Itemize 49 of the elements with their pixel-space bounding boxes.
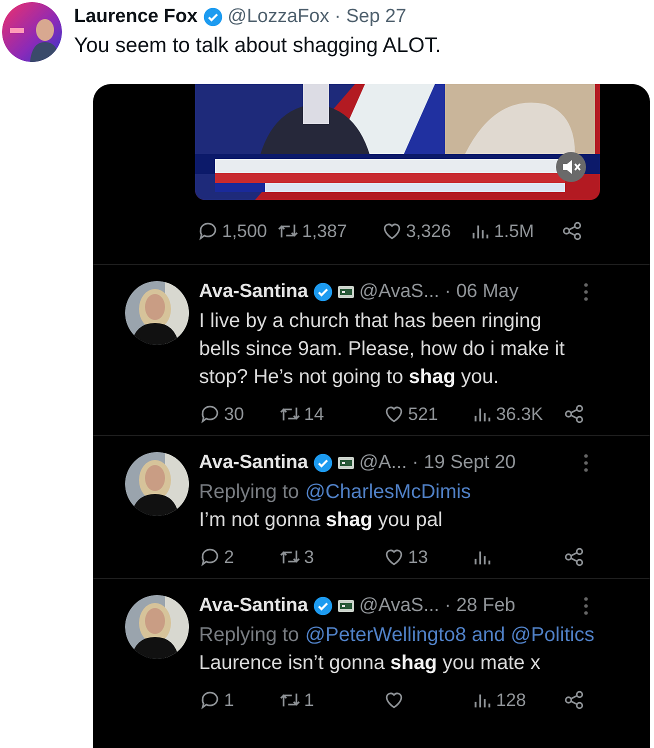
author-name: Ava-Santina [199, 281, 308, 303]
like-button[interactable]: 13 [383, 546, 428, 568]
retweet-button[interactable]: 3 [279, 546, 314, 568]
like-button[interactable]: 3,326 [381, 220, 452, 242]
flag-icon [338, 286, 354, 298]
more-icon[interactable] [583, 453, 589, 473]
replying-to-label: Replying to [199, 480, 300, 505]
replying-to-label: Replying to [199, 623, 300, 648]
share-icon [563, 403, 585, 425]
flag-icon [338, 457, 354, 469]
reply-button[interactable]: 1,500 [197, 220, 268, 242]
handle-and-date: @LozzaFox · Sep 27 [228, 6, 406, 28]
reply-button[interactable]: 1 [199, 689, 234, 711]
author-name: Laurence Fox [74, 6, 198, 28]
reply-text: Laurence isn’t gonna shag you mate x [199, 651, 542, 676]
share-icon [561, 220, 583, 242]
views-button[interactable]: 1.5M [469, 220, 534, 242]
handle-and-date: @AvaS... · 06 May [359, 281, 518, 303]
mention-link[interactable]: @CharlesMcDimis [305, 478, 471, 506]
reply-button[interactable]: 2 [199, 546, 234, 568]
handle-and-date: @A... · 19 Sept 20 [359, 452, 516, 474]
reply-icon [199, 403, 221, 425]
muted-speaker-icon[interactable] [556, 152, 586, 182]
retweet-button[interactable]: 1,387 [277, 220, 348, 242]
reply-text: I’m not gonna shag you pal [199, 508, 444, 533]
share-button[interactable] [563, 689, 585, 711]
share-button[interactable] [563, 403, 585, 425]
reply-button[interactable]: 30 [199, 403, 244, 425]
author-name: Ava-Santina [199, 595, 308, 617]
reply-text: I live by a church that has been ringing bells since 9am. Please, how do i make it stop? He’s not going to shag you. [199, 309, 566, 390]
share-button[interactable] [563, 546, 585, 568]
share-icon [563, 546, 585, 568]
flag-icon [338, 600, 354, 612]
reply-icon [199, 689, 221, 711]
retweet-button[interactable]: 14 [279, 403, 324, 425]
share-icon [563, 689, 585, 711]
mention-link[interactable]: @PeterWellingto8 and @Politics [305, 621, 594, 649]
views-button[interactable]: 128 [471, 689, 526, 711]
more-icon[interactable] [583, 596, 589, 616]
retweet-button[interactable]: 1 [279, 689, 314, 711]
tweet-text: You seem to talk about shagging ALOT. [74, 34, 441, 58]
author-name: Ava-Santina [199, 452, 308, 474]
handle-and-date: @AvaS... · 28 Feb [359, 595, 516, 617]
reply-icon [199, 546, 221, 568]
like-button[interactable]: 521 [383, 403, 438, 425]
share-button[interactable] [561, 220, 583, 242]
reply-icon [197, 220, 219, 242]
views-button[interactable]: 36.3K [471, 403, 544, 425]
more-icon[interactable] [583, 282, 589, 302]
